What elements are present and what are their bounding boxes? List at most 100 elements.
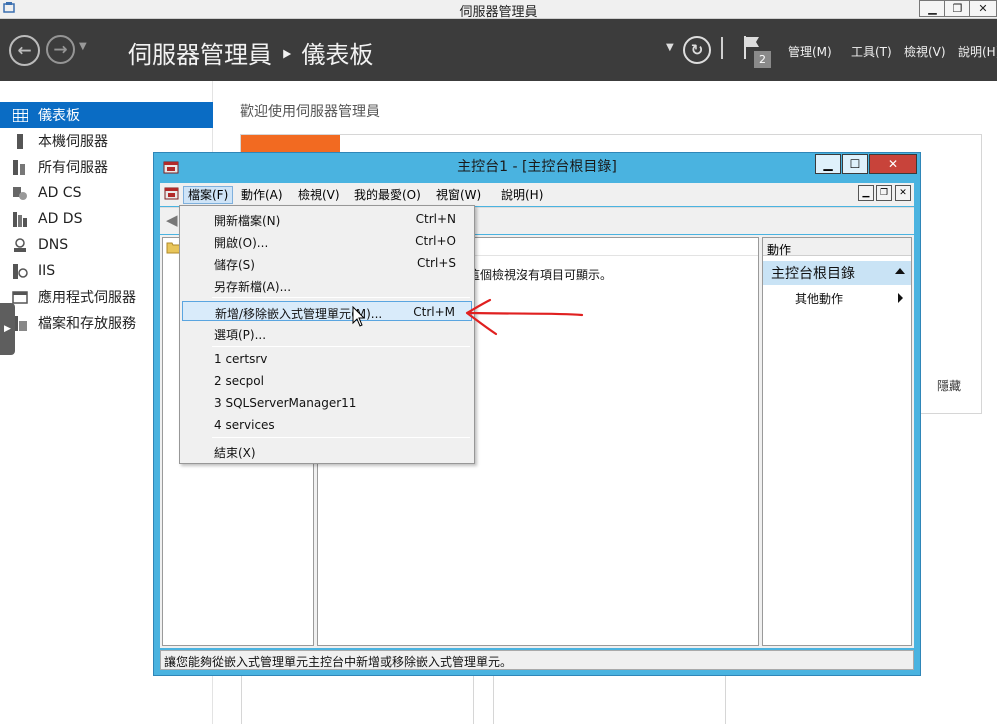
menu-separator — [212, 437, 470, 438]
certificate-services-icon — [12, 185, 28, 201]
more-actions-item[interactable]: 其他動作 — [795, 290, 843, 307]
empty-view-message: 這個檢視沒有項目可顯示。 — [468, 268, 613, 282]
menu-item-open[interactable]: 開啟(O)... Ctrl+O — [182, 231, 472, 251]
menu-item-label: 開新檔案(N) — [214, 214, 281, 228]
minimize-icon: ▁ — [928, 2, 937, 15]
menu-item-label: 選項(P)... — [214, 328, 267, 342]
menu-window[interactable]: 視窗(W) — [432, 186, 485, 204]
menu-item-recent-3[interactable]: 3 SQLServerManager11 — [182, 393, 472, 413]
menu-item-label: 結束(X) — [214, 446, 256, 460]
help-menu[interactable]: 說明(H) — [958, 43, 997, 60]
minimize-button[interactable]: ▁ — [919, 0, 946, 17]
menu-view[interactable]: 檢視(V) — [294, 186, 344, 204]
minimize-icon: ▁ — [862, 188, 870, 198]
menu-item-recent-4[interactable]: 4 services — [182, 415, 472, 435]
nav-label: IIS — [38, 263, 56, 279]
file-menu-dropdown: 開新檔案(N) Ctrl+N 開啟(O)... Ctrl+O 儲存(S) Ctr… — [179, 205, 475, 464]
refresh-button[interactable]: ↻ — [683, 36, 711, 64]
tools-menu[interactable]: 工具(T) — [851, 43, 892, 60]
nav-label: AD DS — [38, 211, 83, 227]
actions-header: 動作 — [763, 238, 911, 257]
menu-help[interactable]: 說明(H) — [497, 186, 547, 204]
application-server-icon — [12, 289, 28, 305]
back-button[interactable]: ← — [9, 35, 40, 66]
maximize-icon: ☐ — [849, 157, 861, 171]
menu-item-exit[interactable]: 結束(X) — [182, 441, 472, 461]
menu-item-label: 另存新檔(A)... — [214, 280, 292, 294]
dashboard-grid-icon — [12, 107, 28, 123]
iis-icon — [12, 263, 28, 279]
history-dropdown-icon[interactable]: ▼ — [79, 41, 87, 52]
window-title: 伺服器管理員 — [459, 5, 538, 20]
nav-label: AD CS — [38, 185, 82, 201]
mmc-maximize-button[interactable]: ☐ — [842, 154, 868, 174]
refresh-dropdown-icon[interactable]: ▼ — [666, 42, 674, 53]
nav-label: DNS — [38, 237, 69, 253]
menu-separator — [212, 346, 470, 347]
restore-icon: ❐ — [952, 2, 963, 15]
expand-arrow-icon: ▶ — [4, 324, 11, 334]
forward-arrow-icon: → — [53, 39, 68, 60]
menu-item-recent-2[interactable]: 2 secpol — [182, 371, 472, 391]
roles-tile[interactable] — [493, 672, 726, 724]
mmc-menubar: 檔案(F) 動作(A) 檢視(V) 我的最愛(O) 視窗(W) 說明(H) — [160, 183, 914, 206]
hide-link[interactable]: 隱藏 — [937, 377, 961, 394]
menu-item-label: 開啟(O)... — [214, 236, 269, 250]
dns-icon — [12, 237, 28, 253]
notifications-button[interactable]: 2 — [742, 34, 772, 69]
menu-item-shortcut: Ctrl+O — [415, 234, 456, 248]
actions-section-console-root[interactable]: 主控台根目錄 — [763, 261, 911, 285]
menu-item-label: 1 certsrv — [214, 352, 268, 366]
menu-item-shortcut: Ctrl+S — [416, 256, 456, 270]
servers-icon — [12, 159, 28, 175]
back-arrow-icon: ← — [17, 40, 32, 61]
child-minimize-button[interactable]: ▁ — [858, 185, 874, 201]
menu-item-label: 2 secpol — [214, 374, 264, 388]
menu-item-label: 儲存(S) — [214, 258, 255, 272]
minimize-icon: ▁ — [823, 157, 833, 171]
nav-label: 儀表板 — [38, 108, 80, 124]
mmc-close-button[interactable]: ✕ — [869, 154, 917, 174]
child-restore-button[interactable]: ❐ — [876, 185, 892, 201]
menu-item-new[interactable]: 開新檔案(N) Ctrl+N — [182, 209, 472, 229]
mmc-minimize-button[interactable]: ▁ — [815, 154, 841, 174]
submenu-arrow-icon — [898, 293, 903, 303]
view-menu[interactable]: 檢視(V) — [904, 43, 946, 60]
menu-item-label: 4 services — [214, 418, 275, 432]
maximize-button[interactable]: ❐ — [944, 0, 971, 17]
menu-item-save[interactable]: 儲存(S) Ctrl+S — [182, 253, 472, 273]
menu-separator — [212, 297, 470, 298]
server-manager-header: ← → ▼ 伺服器管理員 ‣ 儀表板 ▼ ↻ 2 管理(M) 工具(T) 檢視(… — [0, 19, 997, 81]
back-arrow-icon[interactable]: ◀ — [166, 211, 178, 229]
close-icon: ✕ — [978, 2, 988, 15]
child-close-button[interactable]: ✕ — [895, 185, 911, 201]
directory-services-icon — [12, 211, 28, 227]
close-button[interactable]: ✕ — [969, 0, 997, 17]
nav-collapse-handle[interactable]: ▶ — [0, 303, 15, 355]
notification-badge: 2 — [754, 51, 771, 68]
menu-item-add-remove-snapin[interactable]: 新增/移除嵌入式管理單元(M)... Ctrl+M — [182, 301, 472, 321]
refresh-icon: ↻ — [690, 41, 704, 59]
server-icon — [12, 133, 28, 149]
roles-tile[interactable] — [241, 672, 474, 724]
nav-label: 檔案和存放服務 — [38, 316, 136, 332]
menu-item-recent-1[interactable]: 1 certsrv — [182, 349, 472, 369]
mouse-pointer-icon — [352, 306, 366, 327]
collapse-up-icon[interactable] — [895, 268, 905, 274]
nav-label: 應用程式伺服器 — [38, 290, 136, 306]
nav-item-local-server[interactable]: 本機伺服器 — [0, 128, 213, 154]
restore-icon: ❐ — [879, 188, 889, 198]
manage-menu[interactable]: 管理(M) — [788, 43, 832, 60]
console-document-icon[interactable] — [164, 186, 180, 202]
menu-favorites[interactable]: 我的最愛(O) — [350, 186, 425, 204]
menu-action[interactable]: 動作(A) — [237, 186, 287, 204]
close-icon: ✕ — [899, 188, 907, 198]
menu-item-options[interactable]: 選項(P)... — [182, 323, 472, 343]
mmc-window-title: 主控台1 - [主控台根目錄] — [457, 159, 617, 175]
menu-item-save-as[interactable]: 另存新檔(A)... — [182, 275, 472, 295]
actions-section-label: 主控台根目錄 — [771, 266, 855, 282]
welcome-heading: 歡迎使用伺服器管理員 — [240, 104, 380, 120]
nav-item-dashboard[interactable]: 儀表板 — [0, 102, 213, 128]
menu-file[interactable]: 檔案(F) — [183, 186, 234, 204]
forward-button[interactable]: → — [46, 35, 75, 64]
